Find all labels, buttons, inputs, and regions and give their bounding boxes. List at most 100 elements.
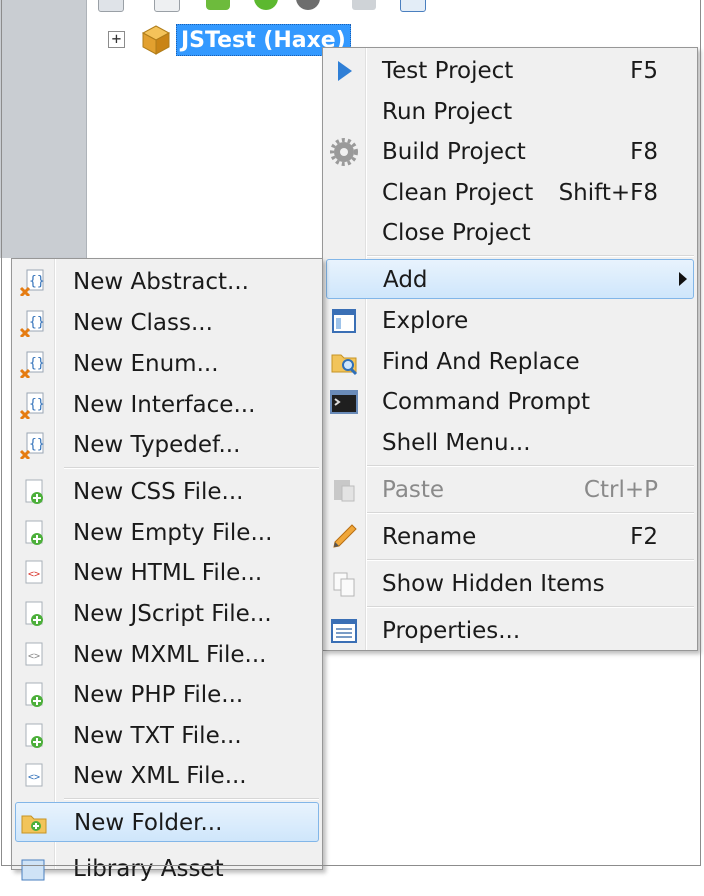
menu-item-label: Close Project [382,220,531,246]
menu-item-label: Properties... [382,618,521,644]
submenu-item-new-jscript-file[interactable]: New JScript File... [15,594,319,634]
haxe-class-new-icon: {} [19,309,47,339]
submenu-item-new-php-file[interactable]: New PHP File... [15,675,319,715]
submenu-item-label: New Folder... [74,810,223,836]
svg-text:{}: {} [29,274,45,289]
menu-separator [367,255,694,257]
menu-item-label: Rename [382,524,477,550]
documents-icon [330,570,358,598]
properties-list-icon [330,617,358,645]
menu-item-shortcut: F8 [630,139,658,165]
tree-expander-icon[interactable]: + [108,31,125,48]
xml-file-icon: <> [19,762,47,790]
terminal-icon [330,388,358,416]
svg-text:<>: <> [28,569,40,580]
submenu-item-new-css-file[interactable]: New CSS File... [15,472,319,512]
svg-text:{}: {} [29,315,45,330]
menu-item-find-and-replace[interactable]: Find And Replace [326,342,694,382]
submenu-item-label: New XML File... [73,763,247,789]
menu-item-shell-menu[interactable]: Shell Menu... [326,423,694,463]
submenu-item-label: Library Asset [73,856,224,882]
submenu-item-label: New Typedef... [73,432,241,458]
submenu-arrow-icon [679,272,687,286]
submenu-item-new-xml-file[interactable]: <> New XML File... [15,756,319,796]
menu-separator [367,606,694,608]
menu-item-label: Clean Project [382,180,534,206]
pencil-icon [330,523,358,551]
submenu-item-new-interface[interactable]: {} New Interface... [15,385,319,425]
submenu-item-label: New TXT File... [73,723,242,749]
menu-item-paste[interactable]: Paste Ctrl+P [326,470,694,510]
menu-item-close-project[interactable]: Close Project [326,213,694,253]
project-toolbar [98,0,438,12]
submenu-item-new-class[interactable]: {} New Class... [15,303,319,343]
submenu-item-new-enum[interactable]: {} New Enum... [15,344,319,384]
menu-item-command-prompt[interactable]: Command Prompt [326,382,694,422]
svg-text:<>: <> [28,772,40,783]
download-icon[interactable] [206,0,230,10]
submenu-item-label: New CSS File... [73,479,244,505]
submenu-item-label: New Empty File... [73,520,273,546]
folder-search-icon [330,348,358,376]
new-file-icon [19,478,47,506]
project-context-menu: Test Project F5 Run Project Build Projec… [322,47,698,651]
haxe-class-new-icon: {} [19,431,47,461]
stop-icon[interactable] [296,0,320,10]
menu-item-test-project[interactable]: Test Project F5 [326,51,694,91]
play-arrow-icon [330,57,358,85]
submenu-item-label: New MXML File... [73,642,267,668]
menu-separator [64,798,319,800]
menu-item-label: Paste [382,477,445,503]
submenu-item-label: New HTML File... [73,560,263,586]
menu-item-label: Shell Menu... [382,430,531,456]
copy-icon[interactable] [98,0,124,12]
refresh-icon[interactable] [254,0,278,10]
new-file-icon [19,519,47,547]
menu-item-run-project[interactable]: Run Project [326,92,694,132]
submenu-item-new-empty-file[interactable]: New Empty File... [15,513,319,553]
document-icon[interactable] [154,0,180,12]
flash-icon[interactable] [352,0,376,10]
clipboard-icon [330,476,358,504]
submenu-item-new-txt-file[interactable]: New TXT File... [15,716,319,756]
list-icon[interactable] [400,0,426,12]
submenu-item-new-abstract[interactable]: {} New Abstract... [15,262,319,302]
svg-text:{}: {} [29,356,45,371]
menu-item-add[interactable]: Add [326,259,694,299]
gear-icon [330,138,358,166]
submenu-item-library-asset[interactable]: Library Asset [15,849,319,889]
menu-item-build-project[interactable]: Build Project F8 [326,132,694,172]
submenu-item-new-folder[interactable]: New Folder... [15,802,319,842]
menu-item-rename[interactable]: Rename F2 [326,517,694,557]
menu-item-label: Add [383,267,428,293]
haxe-project-icon [140,24,172,56]
new-file-icon [19,722,47,750]
menu-item-shortcut: F2 [630,524,658,550]
submenu-item-label: New JScript File... [73,601,272,627]
submenu-item-new-mxml-file[interactable]: <> New MXML File... [15,635,319,675]
menu-item-label: Explore [382,308,469,334]
menu-item-clean-project[interactable]: Clean Project Shift+F8 [326,173,694,213]
mxml-file-icon: <> [19,641,47,669]
menu-separator [367,512,694,514]
submenu-item-label: New Class... [73,310,213,336]
menu-item-show-hidden-items[interactable]: Show Hidden Items [326,564,694,604]
haxe-class-new-icon: {} [19,350,47,380]
submenu-item-new-html-file[interactable]: <> New HTML File... [15,553,319,593]
menu-item-shortcut: Ctrl+P [583,477,658,503]
explorer-window-icon [330,307,358,335]
submenu-item-label: New Interface... [73,392,256,418]
menu-item-label: Test Project [382,58,514,84]
new-file-icon [19,600,47,628]
submenu-item-label: New Enum... [73,351,219,377]
submenu-item-new-typedef[interactable]: {} New Typedef... [15,425,319,465]
menu-item-label: Build Project [382,139,526,165]
new-folder-icon [20,809,48,837]
haxe-class-new-icon: {} [19,391,47,421]
menu-item-explore[interactable]: Explore [326,301,694,341]
svg-text:{}: {} [29,397,45,412]
menu-item-properties[interactable]: Properties... [326,611,694,651]
haxe-class-new-icon: {} [19,268,47,298]
menu-item-label: Find And Replace [382,349,580,375]
menu-item-shortcut: Shift+F8 [558,180,658,206]
